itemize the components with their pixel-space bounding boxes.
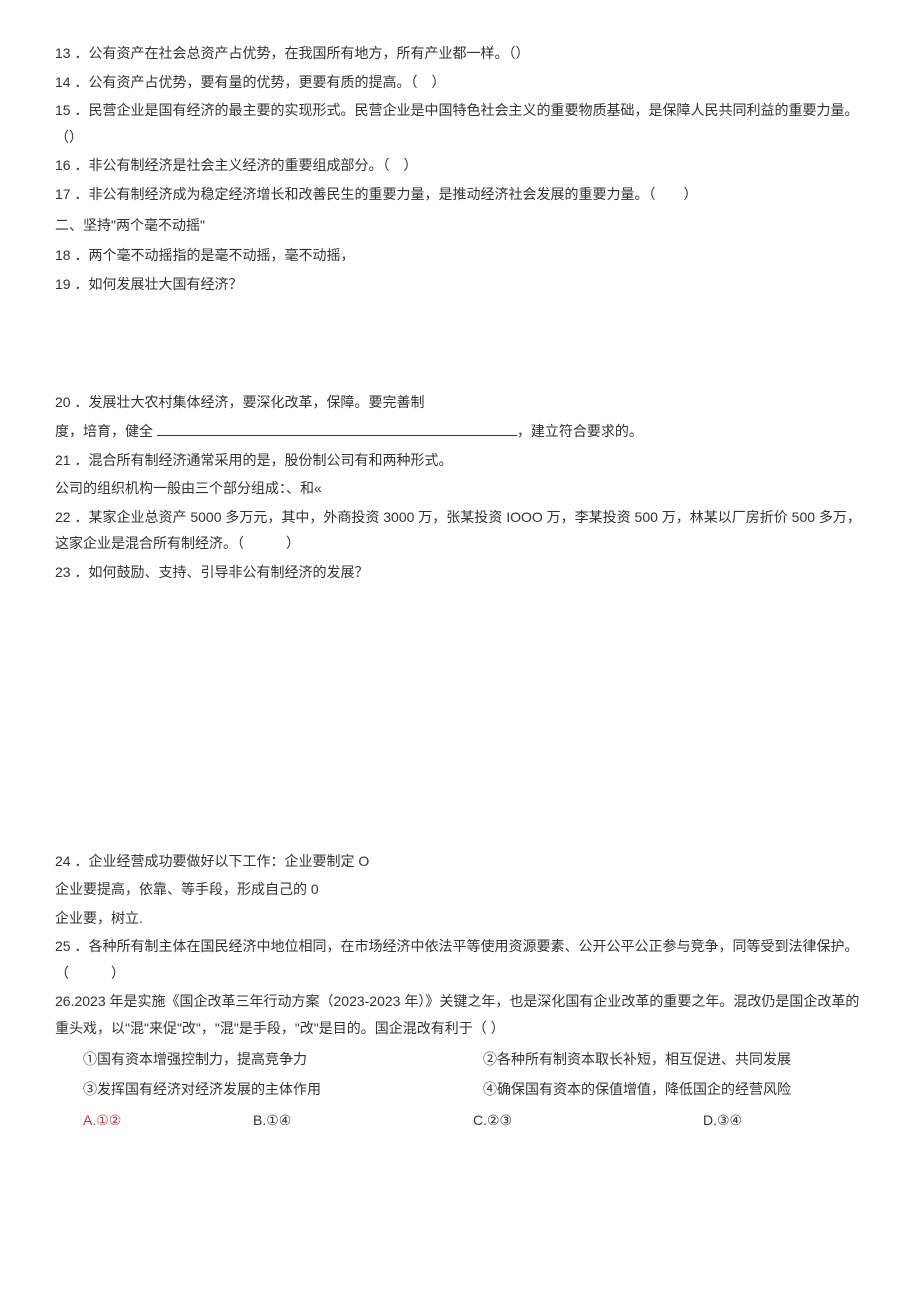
fill-blank-line[interactable] xyxy=(157,422,517,436)
answer-space-23 xyxy=(55,588,865,848)
q20b-post: ，建立符合要求的。 xyxy=(517,423,643,439)
question-22: 22 ．某家企业总资产 5000 多万元，其中，外商投资 3000 万，张某投资… xyxy=(55,504,865,557)
question-24c: 企业要，树立. xyxy=(55,905,865,932)
question-16: 16 ．非公有制经济是社会主义经济的重要组成部分。（ ） xyxy=(55,152,865,179)
q20b-pre: 度，培育，健全 xyxy=(55,423,157,439)
question-13: 13 ．公有资产在社会总资产占优势，在我国所有地方，所有产业都一样。（） xyxy=(55,40,865,67)
question-14: 14 ．公有资产占优势，要有量的优势，更要有质的提高。（ ） xyxy=(55,69,865,96)
answer-space-19 xyxy=(55,299,865,389)
question-25: 25 ．各种所有制主体在国民经济中地位相同，在市场经济中依法平等使用资源要素、公… xyxy=(55,933,865,986)
question-26: 26.2023 年是实施《国企改革三年行动方案（2023-2023 年）》关键之… xyxy=(55,988,865,1041)
question-21: 21 ．混合所有制经济通常采用的是，股份制公司有和两种形式。 xyxy=(55,447,865,474)
choice-a[interactable]: A.①② xyxy=(83,1107,253,1134)
option-4: ④确保国有资本的保值增值，降低国企的经营风险 xyxy=(483,1076,865,1103)
choice-d[interactable]: D.③④ xyxy=(703,1107,865,1134)
question-24b: 企业要提高，依靠、等手段，形成自己的 0 xyxy=(55,876,865,903)
option-3: ③发挥国有经济对经济发展的主体作用 xyxy=(83,1076,483,1103)
choice-c[interactable]: C.②③ xyxy=(473,1107,703,1134)
question-15: 15 ．民营企业是国有经济的最主要的实现形式。民营企业是中国特色社会主义的重要物… xyxy=(55,97,865,150)
options-row-1: ①国有资本增强控制力，提高竞争力 ②各种所有制资本取长补短，相互促进、共同发展 xyxy=(55,1046,865,1073)
option-2: ②各种所有制资本取长补短，相互促进、共同发展 xyxy=(483,1046,865,1073)
question-19: 19 ．如何发展壮大国有经济？ xyxy=(55,271,865,298)
option-1: ①国有资本增强控制力，提高竞争力 xyxy=(83,1046,483,1073)
question-24: 24 ．企业经营成功要做好以下工作：企业要制定 O xyxy=(55,848,865,875)
question-17: 17 ．非公有制经济成为稳定经济增长和改善民生的重要力量，是推动经济社会发展的重… xyxy=(55,181,865,208)
choice-b[interactable]: B.①④ xyxy=(253,1107,473,1134)
question-18: 18 ．两个毫不动摇指的是毫不动摇，毫不动摇， xyxy=(55,242,865,269)
question-23: 23 ．如何鼓励、支持、引导非公有制经济的发展？ xyxy=(55,559,865,586)
section-2-heading: 二、坚持"两个毫不动摇" xyxy=(55,212,865,239)
question-21-cont: 公司的组织机构一般由三个部分组成：、和« xyxy=(55,475,865,502)
question-20: 20 ．发展壮大农村集体经济，要深化改革，保障。要完善制 xyxy=(55,389,865,416)
choices-row: A.①② B.①④ C.②③ D.③④ xyxy=(55,1107,865,1134)
options-row-2: ③发挥国有经济对经济发展的主体作用 ④确保国有资本的保值增值，降低国企的经营风险 xyxy=(55,1076,865,1103)
question-20-cont: 度，培育，健全 ，建立符合要求的。 xyxy=(55,418,865,445)
